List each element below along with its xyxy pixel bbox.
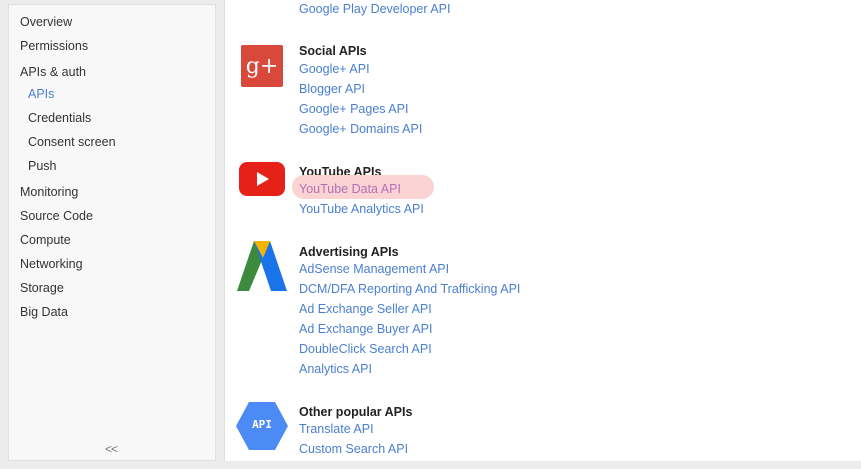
api-link-translate[interactable]: Translate API [299,422,374,436]
api-link-analytics[interactable]: Analytics API [299,362,372,376]
sidebar-item-apis-auth[interactable]: APIs & auth [20,65,86,79]
youtube-icon [239,162,285,201]
api-link-google-plus-pages[interactable]: Google+ Pages API [299,102,408,116]
sidebar-item-credentials[interactable]: Credentials [28,111,91,125]
api-link-blogger[interactable]: Blogger API [299,82,365,96]
sidebar-item-source-code[interactable]: Source Code [20,209,93,223]
api-link-youtube-data[interactable]: YouTube Data API [299,182,401,196]
sidebar-item-consent-screen[interactable]: Consent screen [28,135,116,149]
group-title-social: Social APIs [299,44,367,58]
api-link-google-plus[interactable]: Google+ API [299,62,370,76]
google-plus-icon-text: g+ [245,53,279,79]
adwords-icon [237,241,287,296]
sidebar-item-networking[interactable]: Networking [20,257,83,271]
group-title-other-popular: Other popular APIs [299,405,413,419]
sidebar-item-permissions[interactable]: Permissions [20,39,88,53]
api-link-youtube-analytics[interactable]: YouTube Analytics API [299,202,424,216]
api-link-adsense-management[interactable]: AdSense Management API [299,262,449,276]
api-hexagon-icon-text: API [252,418,272,431]
api-link-google-play-developer[interactable]: Google Play Developer API [299,2,450,16]
api-link-custom-search[interactable]: Custom Search API [299,442,408,456]
collapse-sidebar-button[interactable]: << [105,442,118,456]
group-title-advertising: Advertising APIs [299,245,399,259]
api-link-ad-exchange-buyer[interactable]: Ad Exchange Buyer API [299,322,432,336]
api-hexagon-icon: API [236,402,288,450]
api-library: Google Play Developer API g+ Social APIs… [224,0,861,461]
sidebar-item-big-data[interactable]: Big Data [20,305,68,319]
api-link-dcm-dfa-reporting[interactable]: DCM/DFA Reporting And Trafficking API [299,282,520,296]
api-link-google-plus-domains[interactable]: Google+ Domains API [299,122,422,136]
api-link-ad-exchange-seller[interactable]: Ad Exchange Seller API [299,302,432,316]
sidebar-item-storage[interactable]: Storage [20,281,64,295]
google-plus-icon: g+ [241,45,283,87]
sidebar-item-push[interactable]: Push [28,159,57,173]
sidebar-item-compute[interactable]: Compute [20,233,71,247]
sidebar-item-monitoring[interactable]: Monitoring [20,185,78,199]
sidebar: Overview Permissions APIs & auth APIs Cr… [8,4,216,461]
sidebar-item-apis[interactable]: APIs [28,87,54,101]
api-link-doubleclick-search[interactable]: DoubleClick Search API [299,342,432,356]
sidebar-item-overview[interactable]: Overview [20,15,72,29]
